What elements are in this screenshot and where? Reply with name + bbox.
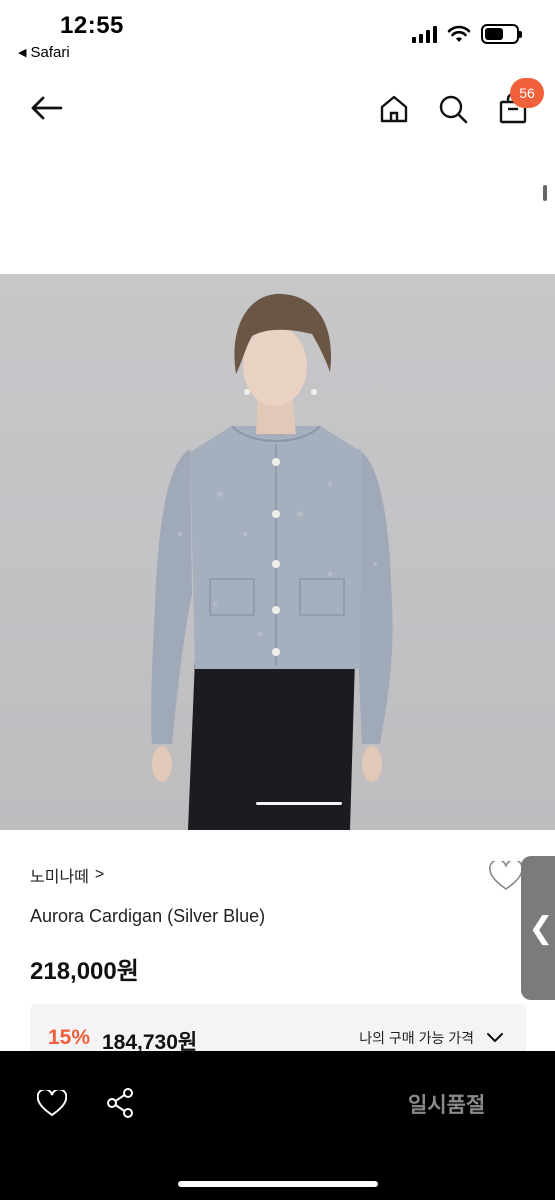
battery-icon [481,24,522,44]
scroll-indicator [543,185,547,201]
cart-count-badge: 56 [510,78,544,108]
wifi-icon [447,25,471,42]
search-icon [439,95,468,124]
chevron-down-icon [487,1033,503,1042]
chevron-left-icon: ❮ [528,911,554,945]
app-header [0,78,555,138]
my-price-toggle[interactable]: 나의 구매 가능 가격 [359,1028,504,1048]
side-drawer-tab[interactable]: ❮ [521,856,555,1000]
my-price-label: 나의 구매 가능 가격 [359,1030,474,1046]
product-name: Aurora Cardigan (Silver Blue) [30,906,266,926]
cellular-signal-icon [412,25,437,43]
share-button[interactable] [102,1085,138,1121]
sold-out-status: 일시품절 [408,1094,486,1117]
return-app-label: Safari [30,44,70,61]
wishlist-button[interactable] [488,858,524,894]
product-photo [151,293,393,830]
back-triangle-icon: ◀ [18,47,27,59]
image-pager-indicator [256,802,342,805]
product-image[interactable] [0,274,555,830]
bottom-action-bar: 일시품절 [0,1051,555,1200]
heart-icon [37,1089,67,1116]
search-button[interactable] [436,92,470,126]
status-icons [412,24,522,44]
brand-link[interactable]: 노미나떼 > [30,863,104,887]
share-icon [107,1088,133,1118]
back-arrow-icon [31,96,63,120]
home-icon [380,95,408,123]
home-button[interactable] [377,92,411,126]
home-indicator [178,1181,378,1187]
status-time: 12:55 [60,12,124,39]
back-button[interactable] [24,90,68,126]
discount-rate: 15% [48,1026,91,1049]
brand-name: 노미나떼 [30,869,89,886]
status-bar: 12:55 ◀ Safari [0,0,555,70]
product-price: 218,000원 [30,958,139,985]
heart-icon [489,861,523,890]
chevron-right-icon: > [94,866,105,883]
wishlist-bottom-button[interactable] [34,1085,70,1121]
return-to-app[interactable]: ◀ Safari [18,44,70,61]
